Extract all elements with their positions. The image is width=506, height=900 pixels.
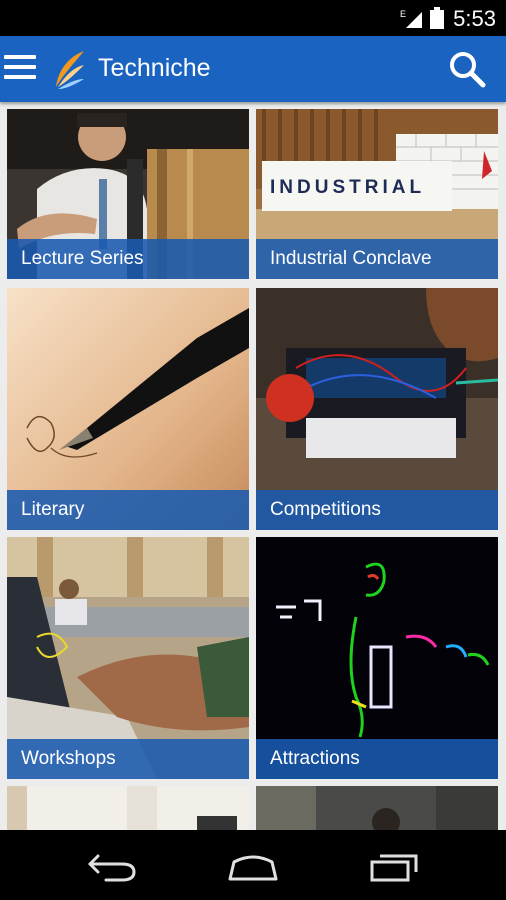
category-grid: Lecture Series INDUSTRIAL Industrial Con… <box>0 102 506 830</box>
navigation-bar <box>0 830 506 900</box>
clock: 5:53 <box>453 6 496 31</box>
tile-label: Competitions <box>256 490 498 530</box>
recents-icon[interactable] <box>368 852 422 887</box>
app-title: Techniche <box>98 54 211 82</box>
tile-attractions[interactable]: Attractions <box>256 537 498 779</box>
tile-label: Workshops <box>7 739 249 779</box>
signal-icon: E <box>400 8 424 33</box>
tile-label: Industrial Conclave <box>256 239 498 279</box>
search-icon[interactable] <box>448 50 486 93</box>
tile-partial-left[interactable] <box>7 786 249 830</box>
network-type-label: E <box>400 9 406 19</box>
tile-workshops[interactable]: Workshops <box>7 537 249 779</box>
home-icon[interactable] <box>226 852 280 887</box>
tile-literary[interactable]: Literary <box>7 288 249 530</box>
back-icon[interactable] <box>86 850 138 887</box>
industrial-sign-text: INDUSTRIAL <box>270 177 425 198</box>
app-bar: Techniche <box>0 36 506 102</box>
status-bar: E 5:53 <box>0 0 506 36</box>
tile-lecture-series[interactable]: Lecture Series <box>7 109 249 279</box>
tile-competitions[interactable]: Competitions <box>256 288 498 530</box>
menu-icon[interactable] <box>4 55 36 83</box>
logo-icon <box>52 47 86 96</box>
tile-label: Attractions <box>256 739 498 779</box>
tile-label: Literary <box>7 490 249 530</box>
tile-industrial-conclave[interactable]: INDUSTRIAL Industrial Conclave <box>256 109 498 279</box>
partial-right-image <box>256 786 498 830</box>
tile-label: Lecture Series <box>7 239 249 279</box>
tile-partial-right[interactable] <box>256 786 498 830</box>
battery-icon <box>430 7 444 34</box>
partial-left-image <box>7 786 249 830</box>
